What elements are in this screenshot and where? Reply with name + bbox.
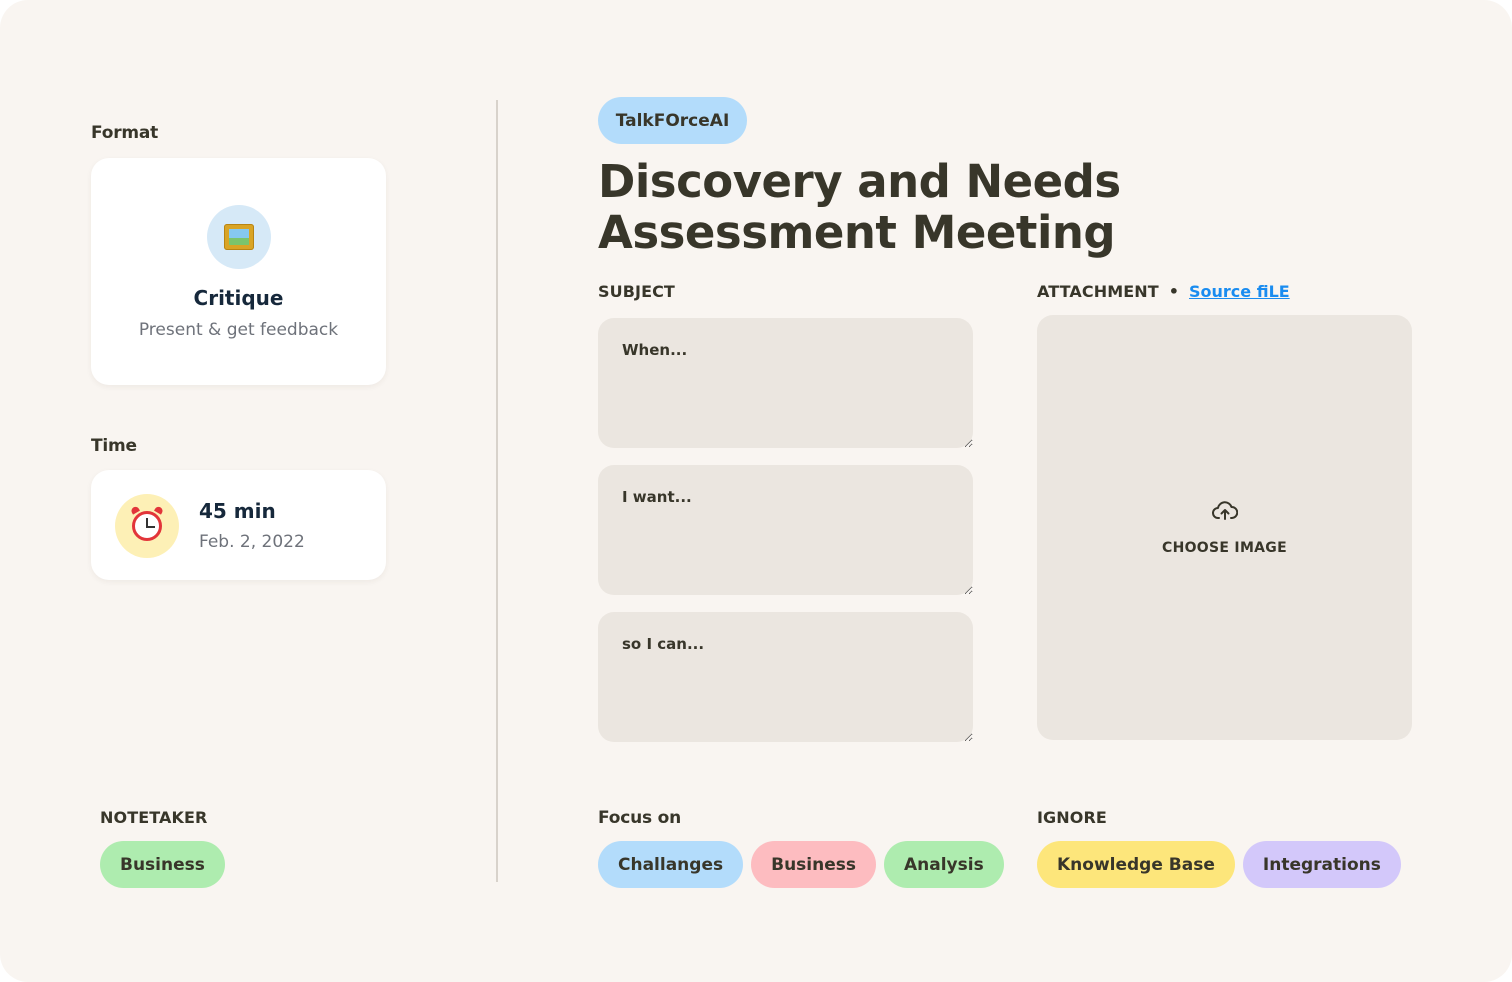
notetaker-label: NOTETAKER (100, 808, 208, 827)
framed-picture-icon (207, 205, 271, 269)
format-subtitle: Present & get feedback (138, 320, 339, 340)
attachment-separator: • (1168, 282, 1179, 301)
subject-want-field[interactable] (598, 465, 973, 595)
focus-chip-business[interactable]: Business (751, 841, 876, 888)
cloud-upload-icon (1211, 500, 1238, 520)
format-label: Format (91, 123, 159, 143)
attachment-header: ATTACHMENT • Source fiLE (1037, 282, 1290, 301)
time-label: Time (91, 436, 137, 456)
ignore-label: IGNORE (1037, 808, 1107, 827)
column-divider (496, 100, 498, 882)
choose-image-label: CHOOSE IMAGE (1162, 539, 1287, 556)
alarm-clock-icon (115, 494, 179, 558)
focus-label: Focus on (598, 808, 682, 828)
ignore-chip-knowledge-base[interactable]: Knowledge Base (1037, 841, 1235, 888)
focus-chip-analysis[interactable]: Analysis (884, 841, 1004, 888)
time-duration: 45 min (199, 499, 276, 523)
image-dropzone[interactable]: CHOOSE IMAGE (1037, 315, 1412, 740)
focus-chips: Challanges Business Analysis (598, 841, 1004, 888)
subject-so-field[interactable] (598, 612, 973, 742)
subject-label: SUBJECT (598, 282, 675, 301)
time-card[interactable]: 45 min Feb. 2, 2022 (91, 470, 386, 580)
brand-chip[interactable]: TalkFOrceAI (598, 97, 747, 144)
focus-chip-challanges[interactable]: Challanges (598, 841, 744, 888)
format-card[interactable]: Critique Present & get feedback (91, 158, 386, 385)
meeting-setup-page: Format Critique Present & get feedback T… (0, 0, 1512, 982)
format-title: Critique (193, 286, 284, 310)
time-date: Feb. 2, 2022 (199, 532, 305, 552)
ignore-chips: Knowledge Base Integrations (1037, 841, 1401, 888)
meeting-title: Discovery and Needs Assessment Meeting (598, 155, 1121, 259)
notetaker-chip[interactable]: Business (100, 841, 225, 888)
ignore-chip-integrations[interactable]: Integrations (1242, 841, 1401, 888)
source-file-link[interactable]: Source fiLE (1189, 282, 1290, 301)
attachment-label: ATTACHMENT (1037, 282, 1159, 301)
subject-when-field[interactable] (598, 318, 973, 448)
